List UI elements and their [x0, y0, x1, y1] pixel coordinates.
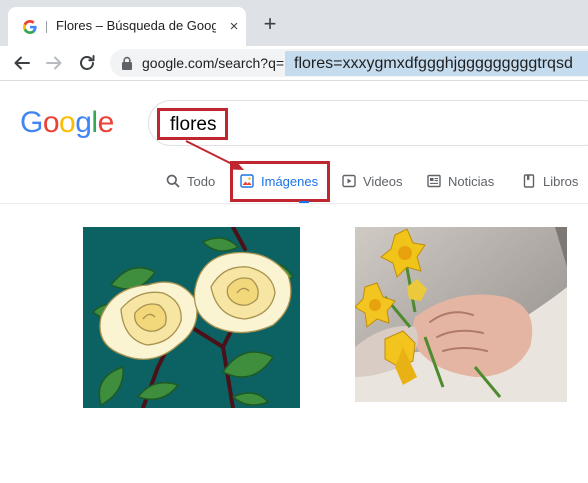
forward-arrow-icon[interactable]	[43, 52, 65, 74]
logo-letter: o	[42, 106, 60, 139]
logo-letter: e	[97, 106, 115, 139]
white-roses-image	[83, 227, 300, 408]
toolbar-divider	[0, 80, 588, 81]
google-logo[interactable]: Google	[20, 106, 114, 140]
logo-letter: G	[20, 106, 43, 139]
close-icon[interactable]: ×	[226, 19, 242, 35]
google-g-icon	[23, 20, 37, 34]
new-tab-button[interactable]: +	[260, 13, 280, 35]
tabs-divider	[0, 203, 588, 204]
tab-label: Libros	[543, 173, 579, 189]
logo-letter: g	[75, 106, 92, 139]
tab-title: Flores – Búsqueda de Google	[56, 18, 216, 33]
images-tab-highlight	[230, 161, 330, 202]
news-icon	[427, 174, 441, 188]
tab-videos[interactable]: Videos	[342, 166, 403, 196]
browser-tab[interactable]: Flores – Búsqueda de Google ×	[8, 7, 246, 46]
reload-icon[interactable]	[76, 52, 98, 74]
tab-all[interactable]: Todo	[166, 166, 215, 196]
tab-separator	[46, 21, 47, 33]
lock-icon[interactable]	[121, 56, 133, 70]
url-query-highlight: flores=xxxygmxdfggghjgggggggggtrqsd	[285, 51, 588, 76]
url-text: google.com/search?q=	[142, 55, 285, 71]
tab-news[interactable]: Noticias	[427, 166, 494, 196]
image-result-daffodils[interactable]	[355, 227, 567, 402]
back-arrow-icon[interactable]	[11, 52, 33, 74]
logo-letter: o	[59, 106, 76, 139]
daffodils-photo	[355, 227, 567, 402]
image-result-roses[interactable]	[83, 227, 300, 408]
browser-tab-strip: Flores – Búsqueda de Google × +	[0, 0, 588, 46]
book-icon	[523, 174, 535, 188]
play-icon	[342, 174, 356, 188]
tab-label: Noticias	[448, 173, 495, 189]
tab-label: Videos	[363, 173, 403, 189]
search-query: flores	[170, 114, 217, 135]
query-highlight[interactable]: flores	[157, 108, 228, 140]
tab-books[interactable]: Libros	[522, 166, 578, 196]
search-icon	[166, 174, 180, 188]
tab-label: Todo	[187, 173, 216, 189]
